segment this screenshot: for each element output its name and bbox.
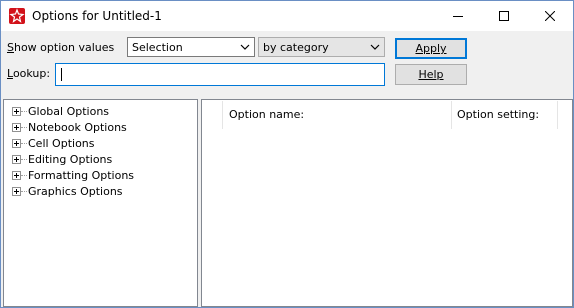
options-dialog: Options for Untitled-1 Show option value…	[0, 0, 574, 308]
title-bar[interactable]: Options for Untitled-1	[1, 1, 573, 31]
expand-plus-icon[interactable]	[12, 154, 21, 164]
tree-item-cell-options[interactable]: Cell Options	[12, 135, 95, 151]
maximize-button[interactable]	[481, 1, 527, 31]
wolfram-spikey-icon[interactable]	[9, 8, 25, 24]
show-label-text: how option values	[13, 41, 115, 54]
show-option-values-label: Show option values	[7, 41, 114, 54]
column-divider[interactable]	[222, 101, 223, 129]
expand-plus-icon[interactable]	[12, 186, 21, 196]
tree-connector	[21, 110, 27, 112]
minimize-button[interactable]	[435, 1, 481, 31]
chevron-down-icon	[240, 44, 250, 50]
help-button[interactable]: Help	[395, 64, 467, 85]
expand-plus-icon[interactable]	[12, 138, 21, 148]
tree-item-label: Formatting Options	[28, 168, 135, 182]
column-divider[interactable]	[557, 101, 558, 129]
option-category-tree[interactable]: Global Options Notebook Options Cell Opt…	[3, 99, 198, 307]
grouping-select-value: by category	[263, 41, 329, 54]
column-header-option-name[interactable]: Option name:	[229, 108, 304, 121]
tree-item-label: Editing Options	[28, 152, 113, 166]
lookup-label-text: ookup:	[12, 67, 51, 80]
text-caret	[61, 68, 62, 81]
option-list-panel[interactable]: Option name: Option setting:	[201, 99, 573, 307]
tree-item-label: Notebook Options	[28, 120, 127, 134]
tree-item-label: Global Options	[28, 104, 110, 118]
expand-plus-icon[interactable]	[12, 106, 21, 116]
chevron-down-icon	[370, 44, 380, 50]
tree-item-label: Cell Options	[28, 136, 95, 150]
expand-plus-icon[interactable]	[12, 122, 21, 132]
tree-connector	[21, 190, 27, 192]
tree-connector	[21, 126, 27, 128]
tree-item-label: Graphics Options	[28, 184, 123, 198]
tree-connector	[21, 174, 27, 176]
close-button[interactable]	[527, 1, 573, 31]
apply-button-label: Apply	[415, 42, 447, 55]
grouping-select[interactable]: by category	[258, 37, 385, 57]
window-title: Options for Untitled-1	[32, 9, 162, 23]
apply-button[interactable]: Apply	[395, 38, 467, 59]
column-header-option-setting[interactable]: Option setting:	[457, 108, 539, 121]
tree-item-editing-options[interactable]: Editing Options	[12, 151, 112, 167]
expand-plus-icon[interactable]	[12, 170, 21, 180]
maximize-icon	[499, 11, 509, 21]
close-icon	[545, 11, 555, 21]
tree-item-graphics-options[interactable]: Graphics Options	[12, 183, 123, 199]
minimize-icon	[453, 16, 463, 17]
column-divider[interactable]	[451, 101, 452, 129]
scope-select-value: Selection	[132, 41, 183, 54]
tree-connector	[21, 158, 27, 160]
help-button-label: Help	[418, 68, 444, 81]
tree-item-notebook-options[interactable]: Notebook Options	[12, 119, 127, 135]
tree-connector	[21, 142, 27, 144]
show-label-mnemonic: S	[7, 41, 14, 54]
lookup-input[interactable]	[55, 63, 385, 86]
tree-item-global-options[interactable]: Global Options	[12, 103, 109, 119]
scope-select[interactable]: Selection	[127, 37, 255, 57]
lookup-label: Lookup:	[7, 67, 50, 80]
tree-item-formatting-options[interactable]: Formatting Options	[12, 167, 134, 183]
